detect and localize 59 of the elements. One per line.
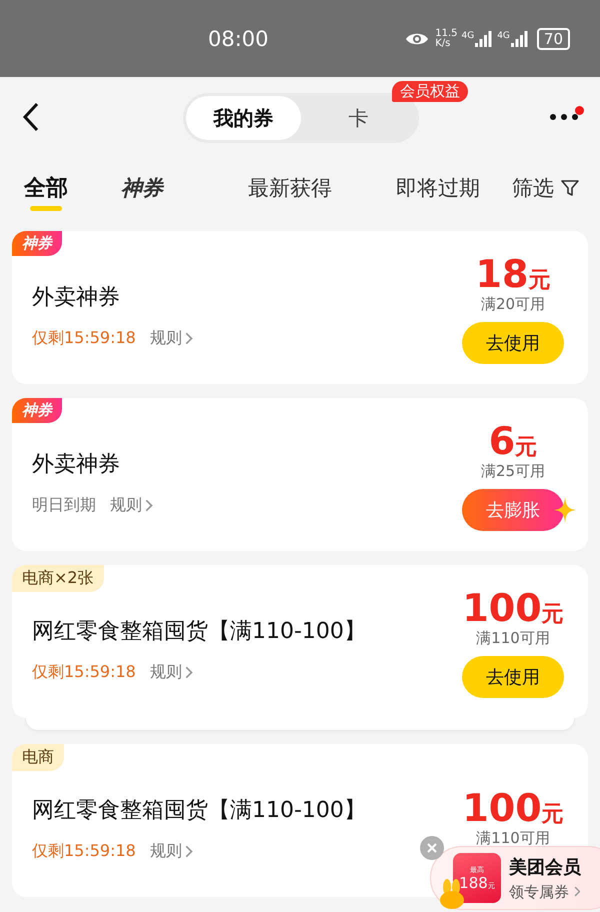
currency-unit: 元 (542, 801, 564, 829)
coupon-title: 外卖神券 (32, 451, 121, 479)
rules-link[interactable]: 规则 (110, 495, 153, 516)
coupon-condition: 满20可用 (480, 295, 546, 314)
coupon-condition: 满110可用 (476, 629, 550, 648)
funnel-icon (560, 178, 580, 198)
back-button[interactable] (22, 102, 40, 132)
filter-button[interactable]: 筛选 (512, 165, 580, 211)
more-button[interactable] (550, 114, 578, 120)
coupon-condition: 满25可用 (480, 462, 546, 481)
speed-unit: K/s (435, 38, 452, 48)
network-type: 4G (462, 30, 474, 40)
chevron-right-icon (184, 332, 193, 345)
chevron-right-icon (184, 845, 193, 858)
segment-tab[interactable]: 我的券 (186, 96, 301, 140)
chevron-right-icon (574, 886, 580, 896)
coupon-tag: 神券 (12, 231, 62, 256)
expiry-text: 仅剩15:59:18 (32, 841, 136, 862)
chevron-right-icon (184, 666, 193, 679)
expiry-text: 明日到期 (32, 495, 96, 516)
coupon-amount: 18 (476, 253, 528, 295)
rules-link[interactable]: 规则 (150, 328, 193, 349)
rules-link[interactable]: 规则 (150, 841, 193, 862)
filter-tab[interactable]: 即将过期 (396, 165, 480, 211)
coupon-condition: 满110可用 (476, 829, 550, 848)
more-icon (550, 114, 578, 120)
coupon-title: 网红零食整箱囤货【满110-100】 (32, 797, 367, 825)
coupon-amount: 100 (462, 787, 542, 829)
chevron-right-icon (145, 499, 153, 512)
battery-level: 70 (536, 28, 570, 50)
coupon-title: 外卖神券 (32, 284, 121, 312)
filter-tab[interactable]: 全部 (24, 165, 68, 211)
filter-tab[interactable]: 最新获得 (248, 165, 332, 211)
expiry-text: 仅剩15:59:18 (32, 662, 136, 683)
use-button[interactable]: 去使用 (462, 322, 564, 364)
coupon-title: 网红零食整箱囤货【满110-100】 (32, 618, 367, 646)
member-benefits-badge: 会员权益 (392, 81, 468, 102)
expiry-text: 仅剩15:59:18 (32, 328, 136, 349)
use-button[interactable]: 去使用 (462, 656, 564, 698)
coupon-tag: 电商 (12, 744, 64, 771)
close-icon (426, 842, 438, 854)
sparkle-icon (554, 497, 576, 523)
coupon-tag: 神券 (12, 398, 62, 423)
promo-title: 美团会员 (509, 856, 581, 878)
back-icon (22, 102, 40, 132)
currency-unit: 元 (515, 434, 538, 462)
filter-tab[interactable]: 神券 (121, 165, 163, 211)
signal-icon (510, 30, 529, 46)
status-time: 08:00 (208, 26, 269, 50)
promo-link[interactable]: 领专属券 (509, 882, 581, 902)
coupon-tag: 电商×2张 (12, 565, 104, 592)
signal-icon (475, 30, 494, 46)
coupon-amount: 6 (488, 420, 516, 462)
coupon-amount: 100 (462, 587, 542, 629)
currency-unit: 元 (542, 601, 564, 629)
currency-unit: 元 (528, 267, 550, 295)
network-type: 4G (497, 30, 510, 40)
rules-link[interactable]: 规则 (150, 662, 193, 683)
network-speed: 11.5 (435, 28, 458, 38)
